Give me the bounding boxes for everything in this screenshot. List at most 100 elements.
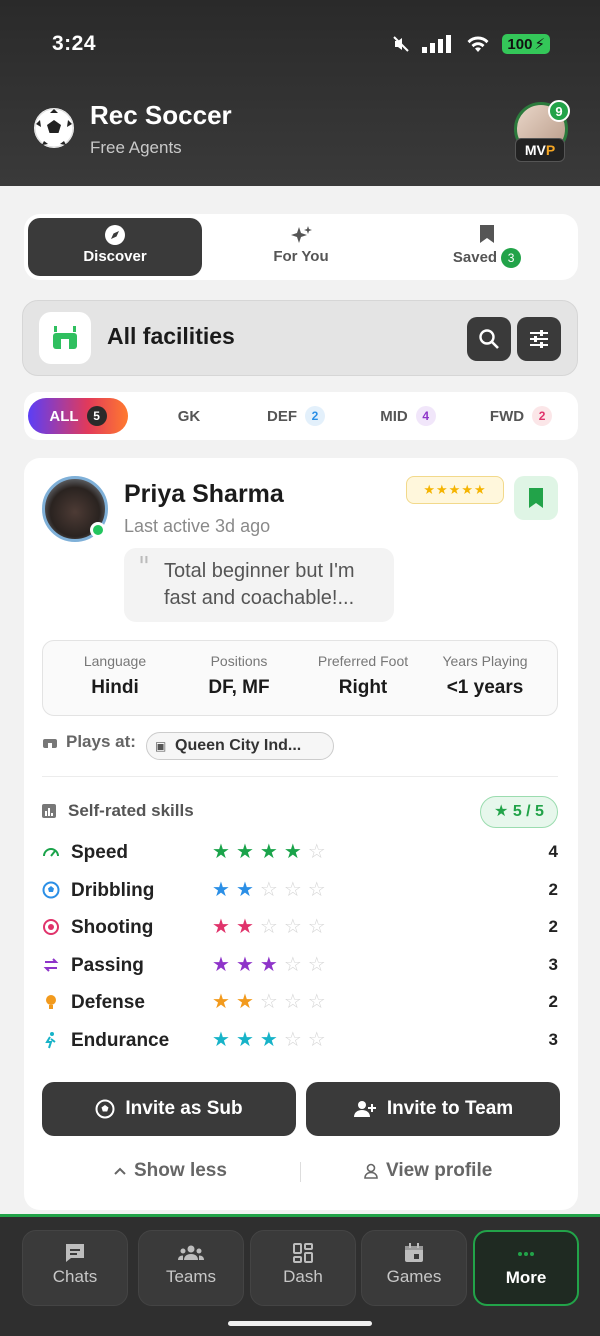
- skill-name: Shooting: [71, 917, 154, 938]
- stadium-icon: [39, 312, 91, 364]
- stat-label: Preferred Foot: [317, 653, 409, 669]
- tab-discover-label: Discover: [83, 248, 147, 265]
- save-player-button[interactable]: [514, 476, 558, 520]
- nav-teams[interactable]: Teams: [138, 1230, 244, 1306]
- filter-def[interactable]: DEF 2: [256, 398, 336, 434]
- tab-for-you[interactable]: For You: [214, 218, 388, 276]
- view-profile-button[interactable]: View profile: [364, 1160, 492, 1182]
- skill-name: Endurance: [71, 1029, 170, 1051]
- notification-badge[interactable]: 9: [548, 100, 570, 122]
- app-header: 3:24 100 ⚡ Rec Soccer Free Agents MVP 9: [0, 0, 600, 186]
- stat-years-playing: Years Playing <1 years: [423, 653, 547, 699]
- star-empty-icon: ☆: [283, 991, 308, 1013]
- stadium-icon: ▣: [155, 739, 167, 753]
- show-less-button[interactable]: Show less: [114, 1160, 227, 1182]
- stat-positions: Positions DF, MF: [177, 653, 301, 699]
- venue-chip[interactable]: ▣ Queen City Ind...: [146, 732, 334, 760]
- plays-at: Plays at:: [42, 732, 136, 752]
- skill-row-dribbling: Dribbling ★★☆☆☆ 2: [42, 876, 558, 906]
- skill-value: 3: [548, 1029, 558, 1049]
- skills-header-label: Self-rated skills: [68, 801, 194, 820]
- skill-name: Dribbling: [71, 879, 155, 901]
- filter-all[interactable]: ALL 5: [28, 398, 128, 434]
- star-filled-icon: ★: [259, 841, 284, 863]
- divider: [300, 1162, 301, 1182]
- stadium-icon: [43, 739, 57, 748]
- invite-to-team-label: Invite to Team: [386, 1098, 514, 1119]
- grid-icon: [251, 1241, 355, 1267]
- star-empty-icon: ☆: [307, 1028, 332, 1051]
- app-subtitle: Free Agents: [90, 138, 182, 157]
- bookmark-icon: [529, 488, 543, 508]
- nav-more[interactable]: More: [473, 1230, 579, 1306]
- skill-row-endurance: Endurance ★★★☆☆ 3: [42, 1026, 558, 1056]
- facility-title: All facilities: [107, 323, 235, 349]
- search-button[interactable]: [467, 317, 511, 361]
- filter-fwd-label: FWD: [489, 407, 525, 425]
- star-empty-icon: ☆: [307, 953, 332, 976]
- player-name[interactable]: Priya Sharma: [124, 480, 284, 509]
- skill-stars: ★★★☆☆: [212, 952, 332, 977]
- player-rating: ★★★★★: [406, 476, 504, 504]
- nav-dash[interactable]: Dash: [250, 1230, 356, 1306]
- invite-as-sub-label: Invite as Sub: [125, 1098, 243, 1119]
- skill-value: 3: [548, 954, 558, 974]
- arrows-icon: [42, 956, 60, 974]
- stat-language: Language Hindi: [53, 653, 177, 699]
- tab-discover[interactable]: Discover: [28, 218, 202, 276]
- filter-settings-button[interactable]: [517, 317, 561, 361]
- stat-label: Language: [83, 653, 147, 669]
- facility-selector[interactable]: All facilities: [22, 300, 578, 376]
- filter-mid[interactable]: MID 4: [368, 398, 448, 434]
- star-filled-icon: ★: [283, 841, 308, 863]
- people-icon: [139, 1241, 243, 1267]
- calendar-icon: [362, 1241, 466, 1267]
- stat-value: <1 years: [446, 677, 524, 698]
- skill-name: Defense: [71, 992, 145, 1013]
- skill-stars: ★★☆☆☆: [212, 877, 332, 902]
- mute-icon: [393, 36, 410, 52]
- invite-to-team-button[interactable]: Invite to Team: [306, 1082, 560, 1136]
- stat-value: Hindi: [91, 677, 139, 698]
- add-user-icon: [353, 1101, 376, 1117]
- tab-saved[interactable]: Saved 3: [400, 218, 574, 276]
- soccer-ball-icon: [34, 108, 74, 148]
- soccer-ball-icon: [95, 1099, 115, 1119]
- tab-saved-label: Saved: [452, 249, 498, 266]
- status-icons: 100 ⚡: [392, 34, 550, 54]
- battery-level: 100: [507, 35, 533, 53]
- star-empty-icon: ☆: [283, 916, 308, 938]
- star-empty-icon: ☆: [259, 878, 284, 901]
- star-filled-icon: ★: [212, 841, 236, 863]
- skills-header: Self-rated skills: [42, 801, 194, 821]
- bookmark-icon: [400, 224, 574, 248]
- search-icon: [479, 329, 499, 349]
- skill-stars: ★★☆☆☆: [212, 914, 332, 939]
- nav-chats[interactable]: Chats: [22, 1230, 128, 1306]
- compass-icon: [28, 224, 202, 248]
- player-card: Priya Sharma Last active 3d ago ★★★★★ " …: [24, 458, 578, 1210]
- tab-for-you-label: For You: [273, 248, 329, 265]
- bottom-nav: Chats Teams Dash Games More: [0, 1214, 600, 1336]
- star-empty-icon: ☆: [283, 1028, 308, 1051]
- filter-mid-count: 4: [415, 406, 436, 426]
- view-profile-label: View profile: [386, 1160, 493, 1181]
- skill-stars: ★★☆☆☆: [212, 989, 332, 1014]
- user-icon: [364, 1163, 378, 1179]
- star-filled-icon: ★: [212, 953, 236, 976]
- skill-row-shooting: Shooting ★★☆☆☆ 2: [42, 913, 558, 943]
- sliders-icon: [530, 330, 548, 348]
- filter-gk[interactable]: GK: [154, 398, 224, 434]
- filter-all-count: 5: [86, 406, 107, 426]
- charging-icon: ⚡: [534, 36, 545, 53]
- filter-def-label: DEF: [267, 407, 297, 425]
- skills-score-badge: ★ 5 / 5: [480, 796, 558, 828]
- filter-fwd[interactable]: FWD 2: [476, 398, 566, 434]
- running-icon: [42, 1031, 60, 1049]
- app-title: Rec Soccer: [90, 100, 232, 130]
- speedometer-icon: [42, 843, 60, 861]
- skill-stars: ★★★☆☆: [212, 1027, 332, 1052]
- invite-as-sub-button[interactable]: Invite as Sub: [42, 1082, 296, 1136]
- status-bar: 3:24 100 ⚡: [0, 30, 600, 60]
- nav-games[interactable]: Games: [361, 1230, 467, 1306]
